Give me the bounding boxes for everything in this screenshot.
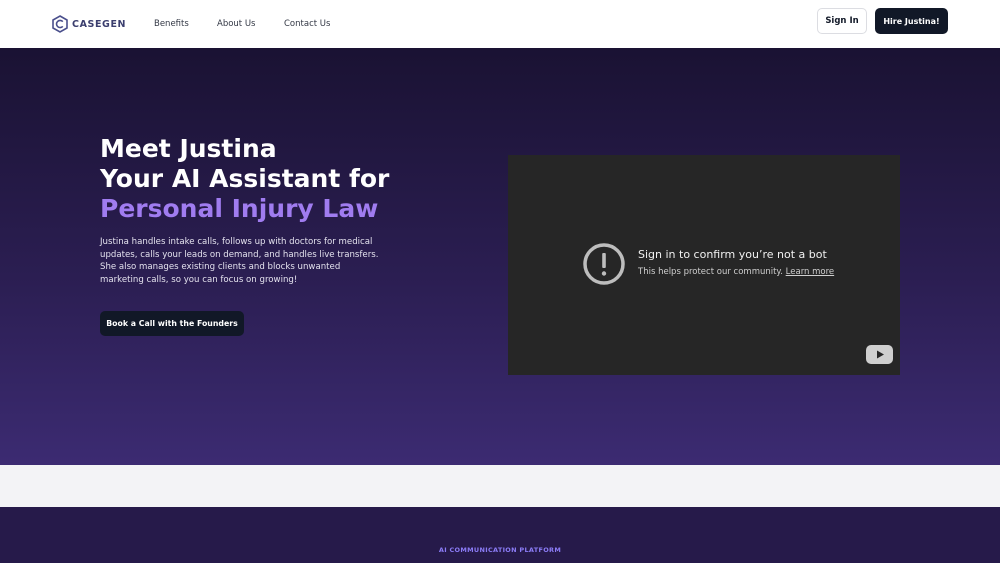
casegen-logo-icon — [52, 15, 68, 33]
hero-title: Meet Justina Your AI Assistant for Perso… — [100, 134, 389, 224]
hero-title-line-1: Meet Justina — [100, 134, 277, 163]
video-embed[interactable]: Sign in to confirm you’re not a bot This… — [508, 155, 900, 375]
logo[interactable]: CASEGEN — [52, 15, 126, 33]
youtube-icon[interactable] — [866, 345, 893, 364]
video-subtitle-text: This helps protect our community. — [638, 267, 783, 277]
platform-section: AI COMMUNICATION PLATFORM — [0, 507, 1000, 563]
hero-section: Meet Justina Your AI Assistant for Perso… — [0, 48, 1000, 465]
nav-benefits[interactable]: Benefits — [154, 19, 189, 29]
learn-more-link[interactable]: Learn more — [786, 267, 834, 277]
logo-text: CASEGEN — [72, 18, 127, 30]
video-message-title: Sign in to confirm you’re not a bot — [638, 248, 827, 261]
hero-title-highlight: Personal Injury Law — [100, 194, 379, 223]
nav-about-us[interactable]: About Us — [217, 19, 255, 29]
nav-contact-us[interactable]: Contact Us — [284, 19, 330, 29]
hire-justina-button[interactable]: Hire Justina! — [875, 8, 948, 34]
hero-description: Justina handles intake calls, follows up… — [100, 237, 379, 285]
video-message-subtitle: This helps protect our community. Learn … — [638, 267, 834, 277]
book-call-button[interactable]: Book a Call with the Founders — [100, 311, 244, 336]
alert-icon — [583, 243, 625, 285]
hero-title-line-2: Your AI Assistant for — [100, 164, 390, 193]
section-eyebrow: AI COMMUNICATION PLATFORM — [438, 546, 562, 554]
site-header: CASEGEN Benefits About Us Contact Us Sig… — [0, 0, 1000, 48]
section-divider — [0, 465, 1000, 507]
sign-in-button[interactable]: Sign In — [817, 8, 867, 34]
